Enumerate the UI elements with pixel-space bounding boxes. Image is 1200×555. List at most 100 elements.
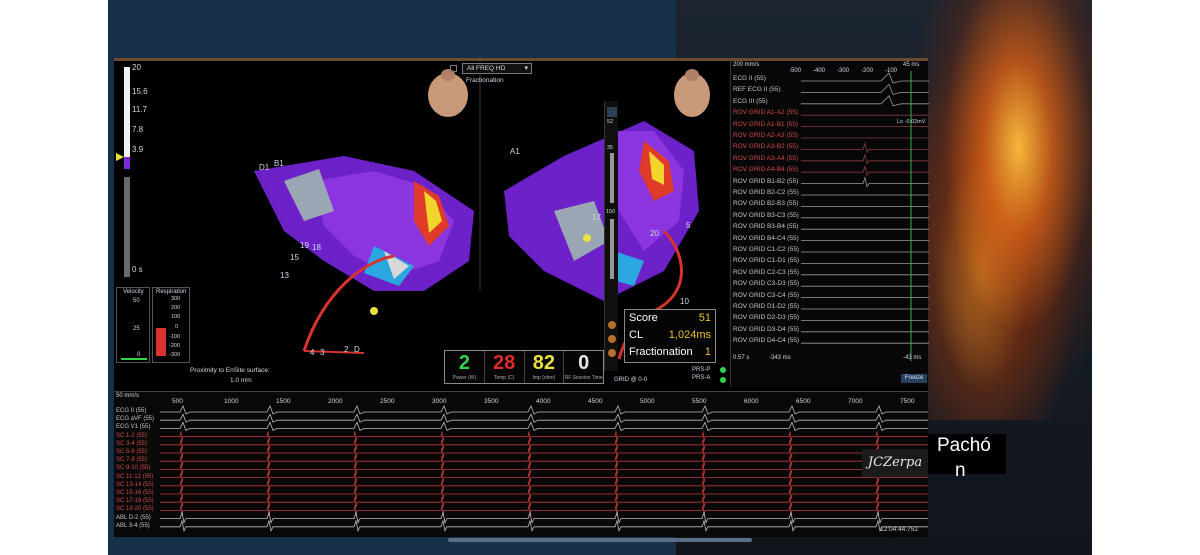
catheter-label: 17 <box>592 213 601 222</box>
catheter-label: 10 <box>680 297 689 306</box>
catheter-label: 20 <box>650 229 659 238</box>
rail-slider[interactable] <box>610 153 614 203</box>
dropdown-caption: Fractionation <box>466 77 504 84</box>
stat-power: 2 Power (W) <box>445 351 485 383</box>
stat-impedance: 82 Imp (ohm) <box>525 351 565 383</box>
strip-timestamp: 12:04:44.752 <box>880 526 918 533</box>
stat-caption: RF Session Time <box>564 375 603 381</box>
catheter-label: 13 <box>280 271 289 280</box>
dropdown-value: All FREQ HD <box>467 65 506 72</box>
map-type-dropdown[interactable]: All FREQ HD ▾ <box>462 63 532 74</box>
rail-value: 52 <box>607 119 614 125</box>
map-type-checkbox[interactable] <box>450 65 457 72</box>
scale-tick: 0 s <box>132 265 143 274</box>
proximity-label: Proximity to EnSite surface: <box>190 367 270 374</box>
stat-value: 2 <box>458 352 470 374</box>
electrogram-trace <box>801 83 929 95</box>
rail-value: 150 <box>606 209 616 215</box>
stat-caption: Power (W) <box>452 375 477 381</box>
electrogram-trace <box>801 164 929 177</box>
grid-label: GRID @ 0-0 <box>614 377 648 383</box>
catheter-label: 18 <box>312 243 321 252</box>
speaker-name-tag: Pachó <box>928 434 1006 474</box>
rail-dot[interactable] <box>608 349 616 357</box>
strip-trace <box>160 505 928 516</box>
right-anatomy-map[interactable] <box>504 121 699 301</box>
respiration-tick: -300 <box>169 352 181 358</box>
electrogram-trace <box>801 176 929 188</box>
map-tool-rail: 52 35 150 <box>604 101 618 371</box>
rail-slider[interactable] <box>610 219 614 279</box>
stat-value: 82 <box>532 352 555 374</box>
rail-dot[interactable] <box>608 321 616 329</box>
respiration-tick: 0 <box>175 324 179 330</box>
catheter-label: B1 <box>274 159 284 168</box>
velocity-tick: 25 <box>133 326 140 332</box>
home-indicator <box>448 538 752 542</box>
marker-right: -43 ms <box>903 355 922 361</box>
stat-caption: Imp (ohm) <box>532 375 556 381</box>
catheter-label: 5 <box>686 221 691 230</box>
torso-orientation-icon[interactable] <box>428 69 468 117</box>
marker-left: 0.57 s <box>733 355 750 361</box>
catheter-label: 19 <box>300 241 309 250</box>
strip-trace <box>160 488 928 500</box>
chevron-down-icon: ▾ <box>524 65 528 72</box>
catheter-label: 2 <box>344 345 349 354</box>
torso-orientation-icon[interactable] <box>674 69 710 117</box>
stat-value: 28 <box>493 352 516 374</box>
stat-caption: Temp (C) <box>493 375 515 381</box>
strip-trace <box>160 405 928 415</box>
rhythm-strip: 50 mm/s 500 1000 1500 2000 2500 3000 3500 4000 4… <box>114 391 928 537</box>
strip-trace <box>160 519 928 533</box>
strip-trace <box>160 497 928 508</box>
score-row: Score 51 <box>629 312 711 324</box>
velocity-title: Velocity <box>123 289 144 295</box>
strip-trace <box>160 447 928 459</box>
electrogram-trace <box>801 153 929 165</box>
speaker-name-continued: n <box>955 460 966 481</box>
electrogram-trace <box>801 95 929 107</box>
rail-value: 35 <box>607 145 614 151</box>
flame-decoration <box>908 0 1092 420</box>
velocity-panel: Velocity 50 25 0 <box>116 287 150 363</box>
freeze-button[interactable]: Freeze <box>901 374 927 383</box>
strip-trace <box>160 456 928 467</box>
electrogram-trace <box>801 72 929 84</box>
status-led <box>720 367 726 373</box>
prs-label: PRS-A <box>692 375 711 381</box>
score-box: Score 51 CL 1,024ms Fractionation 1 <box>624 309 716 363</box>
catheter-label: 3 <box>320 348 325 357</box>
stat-temp: 28 Temp (C) <box>485 351 525 383</box>
scale-tick: 15.6 <box>132 87 148 96</box>
electrogram-panel: 200 mm/s -500 -400 -300 -200 -100 45 ms … <box>730 61 929 387</box>
catheter-label: 15 <box>290 253 299 262</box>
prs-label: PRS-P <box>692 367 711 373</box>
scale-tick: 11.7 <box>132 105 147 114</box>
rail-button[interactable] <box>607 107 617 117</box>
strip-trace <box>160 421 928 431</box>
proximity-value: 1.0 mm <box>230 377 252 384</box>
strip-trace <box>160 413 928 423</box>
catheter-label: A1 <box>510 147 520 156</box>
strip-trace <box>160 439 928 450</box>
strip-trace <box>160 431 928 442</box>
marker-mid: -343 ms <box>769 355 791 361</box>
stat-value: 0 <box>578 352 590 374</box>
scale-tick: 3.9 <box>132 145 144 154</box>
strip-trace <box>160 480 928 491</box>
lo-label: Lo -0.02mV <box>897 119 926 125</box>
status-led <box>720 377 726 383</box>
signature-watermark: JCZerpa <box>862 449 928 477</box>
respiration-tick: -200 <box>169 343 181 349</box>
ablation-stats: 2 Power (W) 28 Temp (C) 82 Imp (ohm) 0 R… <box>444 350 604 384</box>
respiration-panel: Respiration 300 200 100 0 -100 -200 -300 <box>152 287 190 363</box>
scale-tick: 7.8 <box>132 125 144 134</box>
catheter-label: 4 <box>310 348 315 357</box>
respiration-tick: 200 <box>171 305 181 311</box>
score-row: Fractionation 1 <box>629 346 711 358</box>
rail-dot[interactable] <box>608 335 616 343</box>
catheter-label: D <box>354 345 360 354</box>
speaker-name: Pachó <box>937 435 991 456</box>
respiration-tick: 100 <box>171 314 181 320</box>
